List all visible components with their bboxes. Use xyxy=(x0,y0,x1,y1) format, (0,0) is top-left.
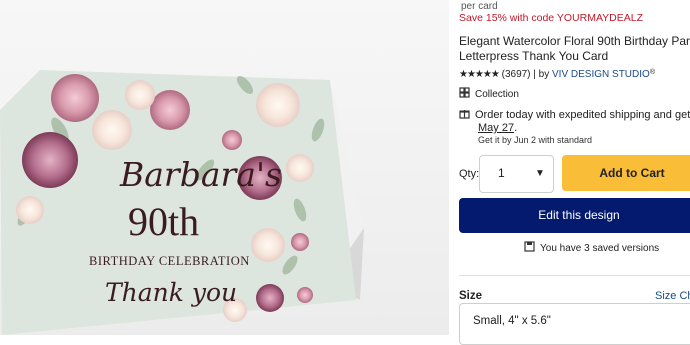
gift-icon xyxy=(459,110,470,119)
quantity-value: 1 xyxy=(498,166,505,180)
product-details: per card Save 15% with code YOURMAYDEALZ… xyxy=(459,0,690,345)
saved-versions-text: You have 3 saved versions xyxy=(540,243,660,254)
designer-link[interactable]: VIV DESIGN STUDIO xyxy=(552,69,650,80)
shipping-row: Order today with expedited shipping and … xyxy=(459,108,690,121)
saved-versions-row[interactable]: You have 3 saved versions xyxy=(524,241,659,254)
collection-label: Collection xyxy=(475,89,519,100)
product-title-line2: Letterpress Thank You Card xyxy=(459,49,609,63)
rating-row: ★★★★★ (3697) | by VIV DESIGN STUDIO® xyxy=(459,69,655,80)
card-thanks: Thank you xyxy=(105,278,238,307)
size-label: Size xyxy=(459,290,483,302)
size-selected-value: Small, 4" x 5.6" xyxy=(473,315,551,327)
shipping-period: . xyxy=(514,122,518,134)
edit-design-button[interactable]: Edit this design xyxy=(459,198,690,233)
product-title-line1: Elegant Watercolor Floral 90th Birthday … xyxy=(459,34,690,48)
size-select[interactable]: Small, 4" x 5.6" xyxy=(459,303,690,345)
save-icon xyxy=(524,241,535,252)
shipping-date[interactable]: May 27 xyxy=(478,122,514,134)
size-chart-link[interactable]: Size Ch xyxy=(655,290,690,302)
card-name: Barbara's xyxy=(120,155,282,194)
collection-icon xyxy=(459,87,470,98)
card-subtitle: BIRTHDAY CELEBRATION xyxy=(89,254,250,268)
card-age: 90th xyxy=(128,199,200,244)
quantity-select[interactable]: 1 ▼ xyxy=(479,155,554,193)
chevron-down-icon: ▼ xyxy=(535,168,545,179)
by-label: | by xyxy=(533,69,550,80)
per-card-label: per card xyxy=(461,1,498,12)
registered-mark: ® xyxy=(649,69,655,76)
qty-label: Qty: xyxy=(459,168,480,180)
collection-row[interactable]: Collection xyxy=(459,87,519,100)
divider xyxy=(459,275,690,276)
add-to-cart-button[interactable]: Add to Cart xyxy=(562,155,690,191)
shipping-text: Order today with expedited shipping and … xyxy=(475,109,690,121)
promo-text: Save 15% with code YOURMAYDEALZ xyxy=(459,12,644,24)
standard-shipping: Get it by Jun 2 with standard xyxy=(478,135,593,145)
shipping-date-row: May 27. xyxy=(478,122,517,134)
star-rating-icon[interactable]: ★★★★★ xyxy=(459,69,500,80)
product-image[interactable]: Barbara's 90th BIRTHDAY CELEBRATION Than… xyxy=(0,0,449,335)
review-count[interactable]: (3697) xyxy=(502,69,531,80)
